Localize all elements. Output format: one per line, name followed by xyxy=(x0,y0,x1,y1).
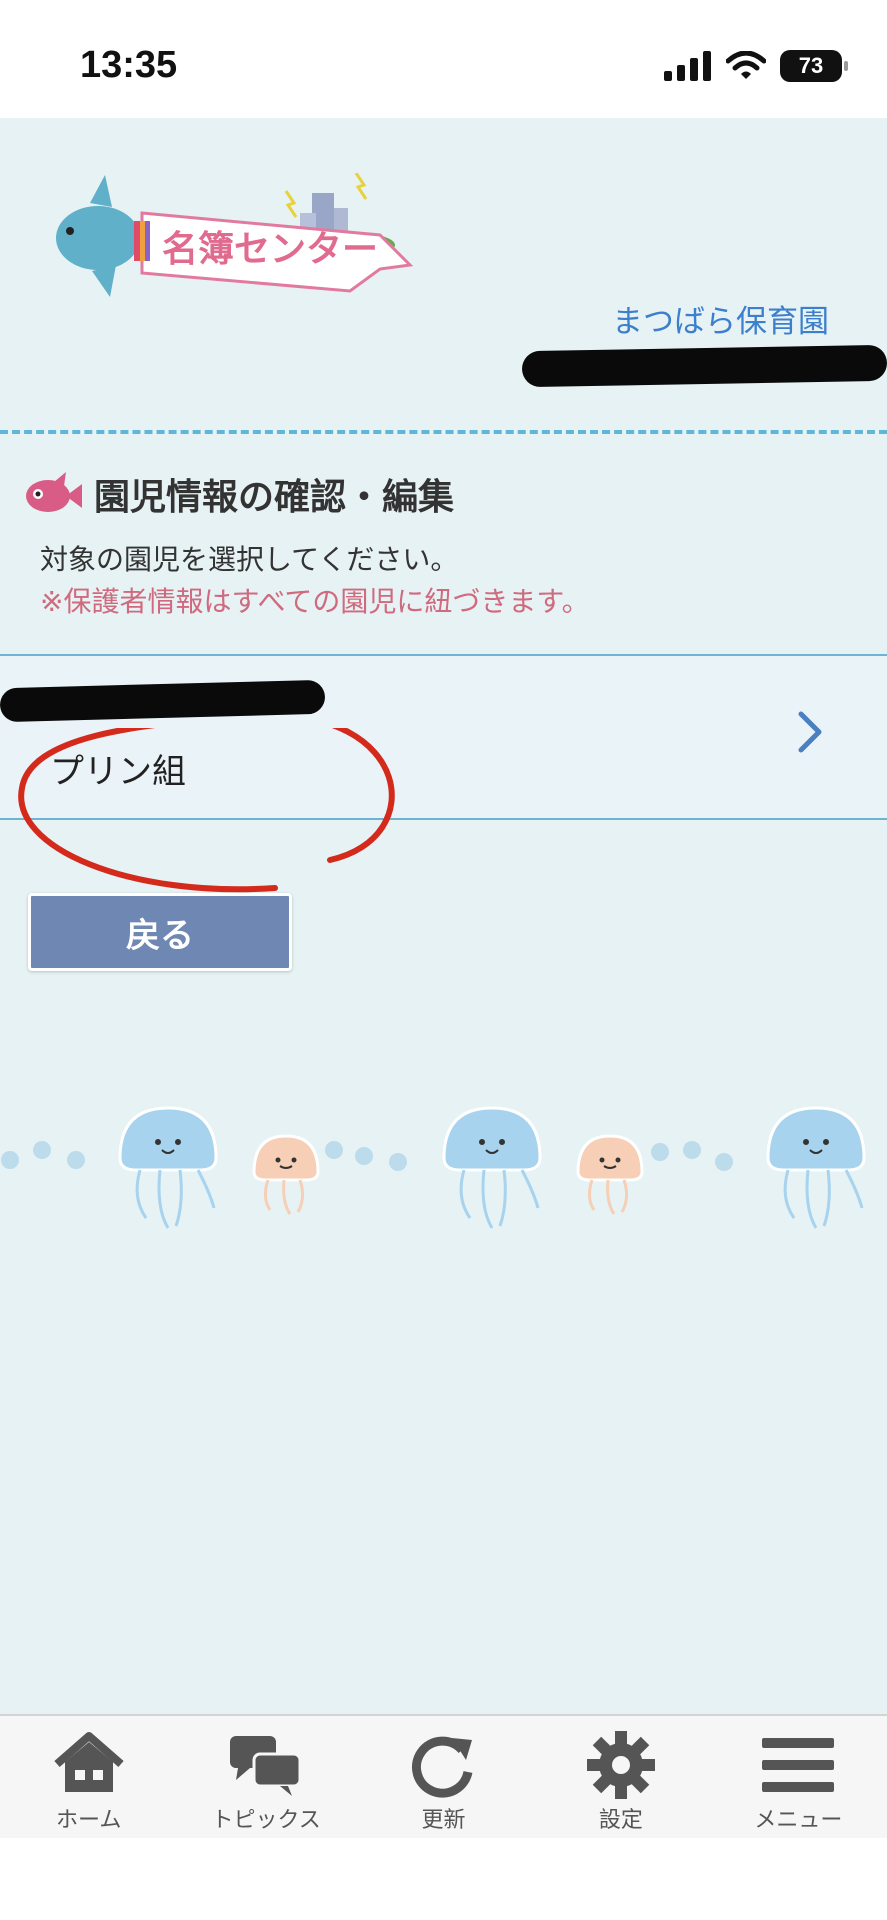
guardian-note: ※保護者情報はすべての園児に紐づきます。 xyxy=(40,585,590,618)
redaction-mark xyxy=(0,679,326,723)
main-content: 名簿センター まつばら保育園 園児情報の確認・編集 対象の園児を選択してください… xyxy=(0,118,887,1714)
meibo-center-logo: 名簿センター xyxy=(56,173,414,297)
chat-bubbles-icon xyxy=(230,1736,302,1796)
refresh-icon xyxy=(411,1736,472,1798)
dashed-divider xyxy=(0,430,887,434)
instruction-text: 対象の園児を選択してください。 xyxy=(40,543,459,576)
logo-text: 名簿センター xyxy=(162,229,378,270)
child-list-item[interactable]: プリン組 xyxy=(0,654,887,820)
status-time: 13:35 xyxy=(80,44,178,86)
tab-label: 更新 xyxy=(421,1808,466,1833)
tab-settings[interactable]: 設定 xyxy=(532,1716,709,1840)
menu-icon xyxy=(762,1738,835,1792)
tab-topics[interactable]: トピックス xyxy=(177,1716,354,1840)
child-class-name: プリン組 xyxy=(50,752,186,792)
signal-icon xyxy=(664,51,711,81)
tab-label: 設定 xyxy=(598,1808,643,1833)
section-title: 園児情報の確認・編集 xyxy=(94,477,455,518)
battery-indicator: 73 xyxy=(780,50,848,82)
gear-icon xyxy=(586,1731,655,1799)
back-button[interactable]: 戻る xyxy=(28,893,292,971)
home-icon xyxy=(54,1732,124,1792)
bottom-tab-bar: ホーム トピックス 更新 設定 メニュー xyxy=(0,1714,887,1840)
jellyfish-decoration xyxy=(1,1106,866,1229)
redaction-mark xyxy=(521,344,887,388)
status-icons: 73 xyxy=(664,50,848,82)
tab-label: メニュー xyxy=(754,1808,843,1833)
tab-label: ホーム xyxy=(56,1808,122,1833)
chevron-right-icon xyxy=(798,711,822,753)
status-bar: 13:35 73 xyxy=(0,0,887,118)
tab-label: トピックス xyxy=(211,1808,321,1833)
home-indicator-area xyxy=(0,1838,887,1920)
tab-menu[interactable]: メニュー xyxy=(710,1716,887,1840)
fish-icon xyxy=(26,472,82,512)
school-name: まつばら保育園 xyxy=(612,304,829,340)
tab-refresh[interactable]: 更新 xyxy=(355,1716,532,1840)
wifi-icon xyxy=(726,51,766,79)
tab-home[interactable]: ホーム xyxy=(0,1716,177,1840)
section-header: 園児情報の確認・編集 xyxy=(24,468,454,520)
